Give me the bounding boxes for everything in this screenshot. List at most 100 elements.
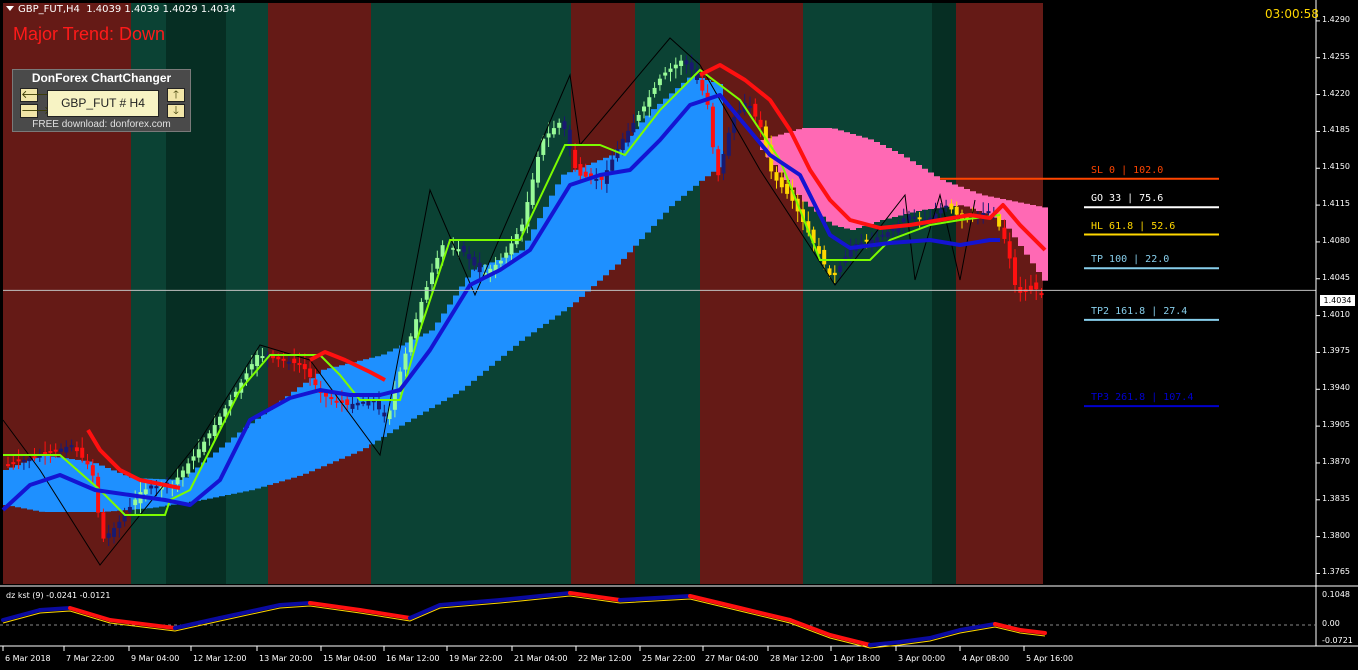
candle-body: [143, 489, 148, 495]
candle-body: [721, 154, 726, 174]
candle-body: [69, 445, 74, 448]
chart-changer-panel: DonForex ChartChanger 🡐 🡒 GBP_FUT # H4 🡑…: [12, 69, 191, 132]
dropdown-icon[interactable]: [6, 6, 14, 11]
candle-body: [244, 373, 249, 380]
candle-body: [64, 446, 69, 453]
candle-body: [27, 458, 32, 462]
candle-body: [557, 122, 562, 128]
cloud-step: [958, 186, 964, 206]
cloud-step: [279, 400, 285, 482]
x-tick-label: 15 Mar 04:00: [323, 654, 377, 663]
timeframe-up-button[interactable]: 🡑: [167, 88, 185, 102]
cloud-step: [976, 193, 982, 211]
candle-body: [461, 245, 466, 253]
cloud-step: [507, 255, 513, 351]
candle-body: [21, 459, 26, 462]
candle-body: [822, 249, 827, 265]
price-chart[interactable]: [0, 0, 1358, 670]
x-tick-label: 1 Apr 18:00: [833, 654, 881, 663]
y-tick-label: 1.4080: [1322, 235, 1350, 245]
candle-body: [944, 205, 949, 208]
candle-body: [472, 257, 477, 266]
candle-body: [498, 260, 503, 264]
candle-body: [626, 130, 631, 143]
y-tick-label: 1.4045: [1322, 272, 1350, 282]
cloud-step: [261, 414, 267, 487]
candle-body: [207, 433, 212, 439]
current-price-badge: 1.4034: [1320, 295, 1355, 306]
cloud-step: [285, 396, 291, 480]
cloud-step: [303, 382, 309, 474]
cloud-step: [501, 257, 507, 356]
cloud-step: [573, 169, 579, 303]
candle-body: [864, 239, 869, 242]
fib-level-label: HL 61.8 | 52.6: [1091, 220, 1176, 232]
x-tick-label: 7 Mar 22:00: [66, 654, 115, 663]
symbol-timeframe-button[interactable]: GBP_FUT # H4: [47, 90, 159, 117]
candle-body: [620, 138, 625, 151]
candle-body: [652, 87, 657, 94]
trend-zone: [956, 3, 1043, 584]
panel-footer: FREE download: donforex.com: [32, 119, 171, 130]
y-tick-label: 1.4150: [1322, 162, 1350, 172]
cloud-step: [964, 189, 970, 207]
candle-body: [175, 477, 180, 485]
cloud-step: [321, 369, 327, 467]
cloud-step: [675, 88, 681, 201]
candle-body: [53, 449, 58, 452]
candle-body: [117, 521, 122, 528]
candle-body: [186, 463, 191, 474]
arrow-up-icon: 🡑: [173, 88, 179, 101]
candle-body: [551, 128, 556, 135]
candle-body: [366, 400, 371, 406]
candle-body: [954, 206, 959, 215]
candle-body: [16, 459, 21, 462]
cloud-step: [970, 191, 976, 209]
candle-body: [11, 462, 16, 465]
y-tick-label: 1.3940: [1322, 383, 1350, 393]
candle-body: [202, 441, 207, 452]
timeframe-down-button[interactable]: 🡓: [167, 104, 185, 118]
cloud-step: [423, 333, 429, 412]
candle-body: [382, 412, 387, 417]
cloud-step: [585, 165, 591, 292]
candle-body: [689, 62, 694, 70]
cloud-step: [898, 154, 904, 216]
candle-body: [663, 72, 668, 76]
candle-body: [106, 533, 111, 538]
candle-body: [361, 401, 366, 404]
y-tick-label: 1.3800: [1322, 530, 1350, 540]
candle-body: [149, 485, 154, 489]
cloud-step: [273, 405, 279, 484]
prev-symbol-button[interactable]: 🡐: [20, 88, 51, 102]
indicator-y-label: -0.0721: [1322, 636, 1353, 645]
y-tick-label: 1.3835: [1322, 493, 1350, 503]
trend-zone: [268, 3, 371, 584]
candle-body: [779, 177, 784, 188]
x-tick-label: 12 Mar 12:00: [193, 654, 247, 663]
trend-zone: [226, 3, 268, 584]
cloud-step: [63, 458, 69, 512]
candle-body: [313, 379, 318, 386]
cloud-step: [243, 427, 249, 492]
candle-body: [949, 203, 954, 210]
next-symbol-button[interactable]: 🡒: [20, 104, 51, 118]
symbol-quote: GBP_FUT,H4 1.4039 1.4039 1.4029 1.4034: [18, 4, 236, 15]
y-tick-label: 1.3975: [1322, 346, 1350, 356]
cloud-step: [663, 98, 669, 213]
candle-body: [668, 68, 673, 72]
y-tick-label: 1.4185: [1322, 125, 1350, 135]
y-tick-label: 1.4290: [1322, 14, 1350, 24]
fib-level-label: TP3 261.8 | 107.4: [1091, 392, 1194, 404]
candle-body: [59, 448, 63, 452]
x-tick-label: 3 Apr 00:00: [898, 654, 946, 663]
cloud-step: [687, 77, 693, 191]
y-tick-label: 1.4220: [1322, 88, 1350, 98]
x-tick-label: 16 Mar 12:00: [386, 654, 440, 663]
candle-body: [869, 240, 874, 244]
candle-body: [753, 103, 758, 117]
candle-body: [594, 178, 599, 181]
candle-body: [80, 447, 85, 458]
bar-countdown: 03:00:58: [1265, 7, 1319, 21]
candle-body: [758, 119, 763, 128]
